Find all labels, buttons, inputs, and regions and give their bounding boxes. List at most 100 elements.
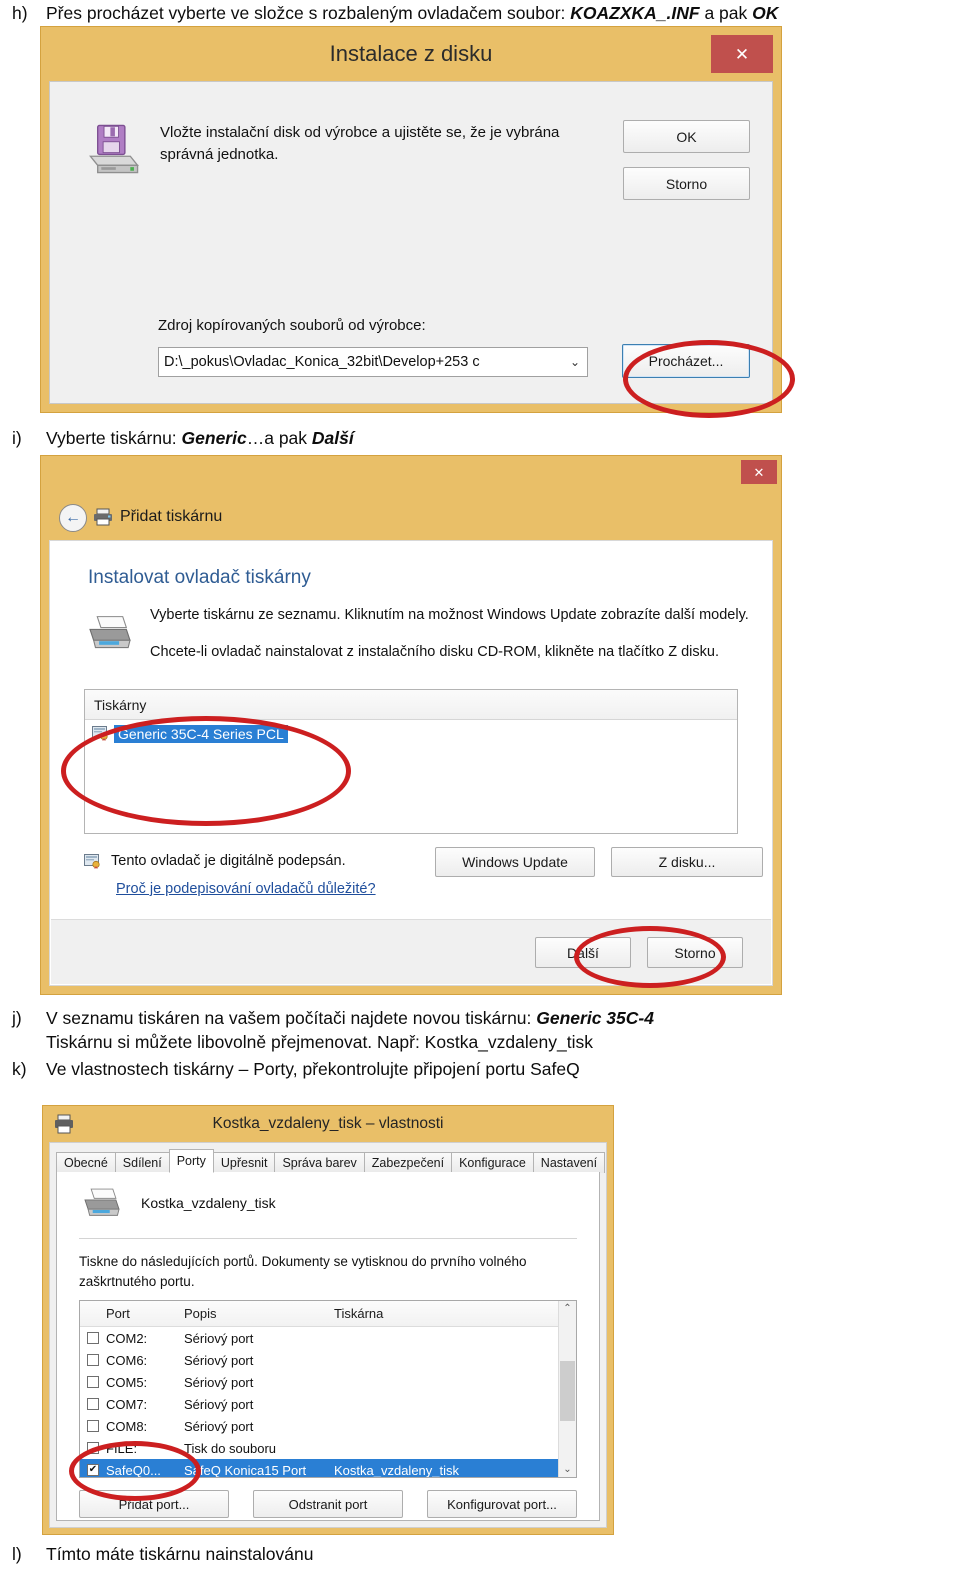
step-j-marker: j) [12,1008,22,1028]
list-item[interactable]: Generic 35C-4 Series PCL [85,722,737,745]
table-row[interactable]: FILE: Tisk do souboru [80,1437,558,1459]
step-i-marker: i) [12,428,22,448]
column-header-popis[interactable]: Popis [184,1306,334,1321]
cell-popis: Sériový port [184,1396,254,1412]
cell-popis: Sériový port [184,1418,254,1434]
add-printer-dialog: ✕ ← Přidat tiskárnu Instalovat ovladač t… [40,455,782,995]
scrollbar-thumb[interactable] [560,1361,575,1421]
dialog2-client-area: Instalovat ovladač tiskárny Vyberte tisk… [49,540,773,986]
dialog3-title: Kostka_vzdaleny_tisk – vlastnosti [212,1115,444,1132]
add-port-button[interactable]: Přidat port... [79,1490,229,1518]
printer-name: Kostka_vzdaleny_tisk [141,1195,276,1211]
table-row[interactable]: COM7: Sériový port [80,1393,558,1415]
step-k: k) Ve vlastnostech tiskárny – Porty, pře… [0,1058,960,1081]
printer-icon [94,508,112,526]
next-button[interactable]: Další [535,937,631,968]
install-from-disk-dialog: Instalace z disku ✕ Vložte instalační di… [40,26,795,418]
row-checkbox-cell[interactable]: ✔ [80,1464,106,1476]
step-h-part-1: KOAZXKA_.INF [570,3,700,23]
dialog2-header-label: Přidat tiskárnu [120,508,223,525]
browse-button[interactable]: Procházet... [622,344,750,378]
row-checkbox-cell[interactable] [80,1376,106,1388]
source-label: Zdroj kopírovaných souborů od výrobce: [158,317,426,334]
ports-table[interactable]: Port Popis Tiskárna COM2: Sériový port C… [79,1300,577,1478]
step-j-part-0: V seznamu tiskáren na vašem počítači naj… [46,1008,537,1028]
tab-sdileni[interactable]: Sdílení [114,1152,170,1173]
checkbox-unchecked-icon[interactable] [87,1376,99,1388]
delete-port-button[interactable]: Odstranit port [253,1490,403,1518]
close-icon[interactable]: ✕ [711,35,773,73]
step-h: h) Přes procházet vyberte ve složce s ro… [0,2,960,25]
row-checkbox-cell[interactable] [80,1398,106,1410]
printer-listbox[interactable]: Tiskárny Generic 35C-4 Series PCL [84,689,738,834]
tab-sprava-barev[interactable]: Správa barev [274,1152,365,1173]
why-signing-link[interactable]: Proč je podepisování ovladačů důležité? [116,881,376,897]
tab-konfigurace[interactable]: Konfigurace [451,1152,534,1173]
ports-table-header: Port Popis Tiskárna [80,1301,558,1327]
dialog1-client-area: Vložte instalační disk od výrobce a ujis… [49,81,773,404]
source-path-combobox[interactable]: D:\_pokus\Ovladac_Konica_32bit\Develop+2… [158,347,588,377]
scroll-down-icon[interactable]: ⌄ [563,1462,571,1477]
dialog2-footer: Další Storno [51,919,771,984]
cancel-button[interactable]: Storno [647,937,743,968]
step-l-marker: l) [12,1544,22,1564]
tab-obecne[interactable]: Obecné [56,1152,116,1173]
tab-zabezpeceni[interactable]: Zabezpečení [363,1152,453,1173]
tab-porty[interactable]: Porty [168,1149,214,1173]
row-checkbox-cell[interactable] [80,1354,106,1366]
chevron-down-icon[interactable]: ⌄ [570,355,580,369]
cell-port: COM2: [106,1330,148,1346]
tab-nastaveni[interactable]: Nastavení [532,1152,606,1173]
table-row[interactable]: COM2: Sériový port [80,1327,558,1349]
cell-popis: Sériový port [184,1374,254,1390]
cancel-button[interactable]: Storno [623,167,750,200]
row-checkbox-cell[interactable] [80,1332,106,1344]
printer-properties-dialog: Kostka_vzdaleny_tisk – vlastnosti Obecné… [42,1105,614,1535]
table-row[interactable]: COM8: Sériový port [80,1415,558,1437]
printer-list-header: Tiskárny [85,690,737,720]
driver-signed-label: Tento ovladač je digitálně podepsán. [111,853,346,869]
step-j-text: V seznamu tiskáren na vašem počítači naj… [46,1007,960,1030]
windows-update-button[interactable]: Windows Update [435,847,595,877]
cell-popis: SafeQ Konica15 Port [184,1462,307,1478]
step-h-part-0: Přes procházet vyberte ve složce s rozba… [46,3,571,23]
dialog2-paragraph-2: Chcete-li ovladač nainstalovat z instala… [150,644,719,660]
list-item-label: Generic 35C-4 Series PCL [114,724,288,743]
table-row-selected[interactable]: ✔ SafeQ0... SafeQ Konica15 Port Kostka_v… [80,1459,558,1477]
checkbox-unchecked-icon[interactable] [87,1354,99,1366]
cell-tiskarna: Kostka_vzdaleny_tisk [334,1462,460,1478]
step-i-part-3: Další [311,428,354,448]
step-l-text: Tímto máte tiskárnu nainstalovánu [46,1544,314,1564]
cell-popis: Sériový port [184,1330,254,1346]
cell-port: COM5: [106,1374,148,1390]
table-row[interactable]: COM6: Sériový port [80,1349,558,1371]
properties-tabstrip: Obecné Sdílení Porty Upřesnit Správa bar… [56,1149,606,1174]
checkbox-checked-icon[interactable]: ✔ [87,1464,99,1476]
checkbox-unchecked-icon[interactable] [87,1442,99,1454]
checkbox-unchecked-icon[interactable] [87,1420,99,1432]
checkbox-unchecked-icon[interactable] [87,1398,99,1410]
checkbox-unchecked-icon[interactable] [87,1332,99,1344]
tab-upresnit[interactable]: Upřesnit [212,1152,276,1173]
dialog1-title: Instalace z disku [329,41,493,66]
step-k-text: Ve vlastnostech tiskárny – Porty, překon… [46,1059,580,1079]
back-button[interactable]: ← [59,504,87,532]
column-header-tiskarna[interactable]: Tiskárna [334,1306,558,1321]
ports-button-row: Přidat port... Odstranit port Konfigurov… [79,1490,577,1518]
have-disk-button[interactable]: Z disku... [611,847,763,877]
row-checkbox-cell[interactable] [80,1420,106,1432]
certificate-icon [84,853,100,869]
step-h-part-2: a pak [699,3,753,23]
step-l: l) Tímto máte tiskárnu nainstalovánu [0,1543,960,1566]
ok-button[interactable]: OK [623,120,750,153]
dialog3-client-area: Obecné Sdílení Porty Upřesnit Správa bar… [49,1142,607,1528]
close-icon[interactable]: ✕ [741,460,777,484]
row-checkbox-cell[interactable] [80,1442,106,1454]
table-row[interactable]: COM5: Sériový port [80,1371,558,1393]
step-j-part-1: Generic 35C-4 [536,1008,654,1028]
configure-port-button[interactable]: Konfigurovat port... [427,1490,577,1518]
step-h-part-3: OK [752,3,779,23]
column-header-port[interactable]: Port [106,1306,184,1321]
cell-port: COM8: [106,1418,148,1434]
scroll-up-icon[interactable]: ⌃ [563,1301,571,1316]
